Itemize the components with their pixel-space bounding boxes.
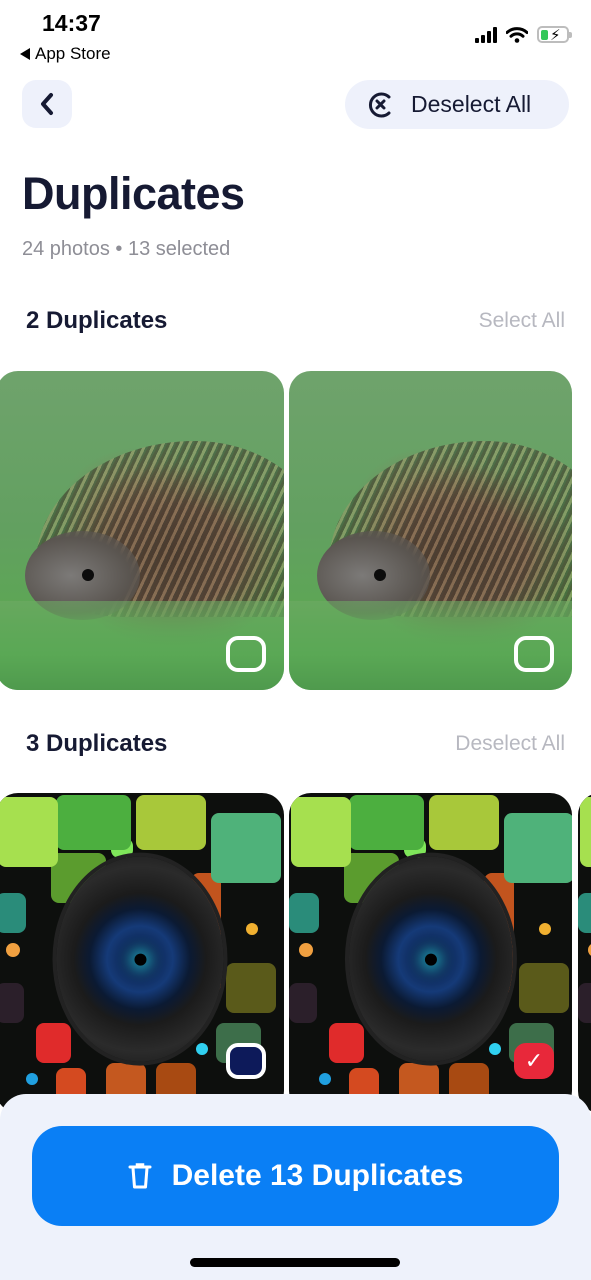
mosaic-tile: [136, 795, 206, 850]
bolt-icon: ⚡: [550, 27, 561, 44]
mosaic-tile: [0, 893, 26, 933]
checkmark-icon: ✓: [524, 1048, 544, 1073]
selection-checkbox[interactable]: [226, 1043, 266, 1079]
mosaic-tile: [580, 797, 591, 867]
mosaic-tile: [246, 923, 258, 935]
mosaic-tile: [0, 983, 24, 1023]
mosaic-tile: [349, 795, 424, 850]
photo-thumbnail[interactable]: [289, 371, 572, 690]
circle-x-icon: [369, 92, 391, 117]
battery-charging-icon: ⚡: [537, 26, 572, 44]
mosaic-tile: [56, 795, 131, 850]
selection-checkbox[interactable]: [226, 636, 266, 672]
mosaic-tile: [289, 893, 319, 933]
group-title: 2 Duplicates: [26, 307, 168, 334]
mosaic-tile: [289, 983, 317, 1023]
camera-lens: [348, 856, 513, 1062]
photo-thumbnail[interactable]: ✓: [289, 793, 572, 1113]
chevron-left-icon: [41, 93, 53, 115]
selection-checkbox-checked[interactable]: ✓: [514, 1043, 554, 1079]
mosaic-tile: [319, 1073, 331, 1085]
page-subtitle: 24 photos • 13 selected: [22, 238, 231, 260]
group-header: 2 Duplicates Select All: [26, 307, 565, 335]
select-all-button[interactable]: Select All: [479, 309, 565, 333]
back-button[interactable]: [22, 80, 72, 128]
camera-lens: [56, 856, 224, 1062]
deselect-all-button[interactable]: Deselect All: [345, 80, 569, 129]
photo-thumbnail[interactable]: [0, 371, 284, 690]
mosaic-tile: [36, 1023, 71, 1063]
mosaic-tile: [504, 813, 572, 883]
mosaic-tile: [329, 1023, 364, 1063]
delete-button-label: Delete 13 Duplicates: [171, 1159, 464, 1192]
photo-thumbnail[interactable]: [578, 793, 591, 1113]
group-header: 3 Duplicates Deselect All: [26, 730, 565, 758]
mosaic-tile: [489, 1043, 501, 1055]
cellular-signal-icon: [475, 26, 497, 43]
mosaic-tile: [6, 943, 20, 957]
group-title: 3 Duplicates: [26, 730, 168, 757]
wifi-icon: [506, 26, 528, 43]
mosaic-tile: [226, 963, 276, 1013]
mosaic-tile: [519, 963, 569, 1013]
mosaic-tile: [291, 797, 351, 867]
mosaic-tile: [578, 983, 591, 1023]
hedgehog-eye: [373, 568, 386, 581]
home-indicator[interactable]: [190, 1258, 400, 1267]
deselect-all-label: Deselect All: [411, 91, 532, 117]
mosaic-tile: [26, 1073, 38, 1085]
back-to-app-store[interactable]: App Store: [20, 44, 111, 64]
back-triangle-icon: [20, 48, 30, 60]
trash-icon: [128, 1163, 152, 1189]
back-app-label: App Store: [35, 44, 111, 63]
mosaic-tile: [196, 1043, 208, 1055]
delete-duplicates-button[interactable]: Delete 13 Duplicates: [32, 1126, 559, 1226]
photo-thumbnail[interactable]: [0, 793, 284, 1113]
mosaic-tile: [578, 893, 591, 933]
deselect-all-group-button[interactable]: Deselect All: [455, 732, 565, 756]
status-icons: ⚡: [475, 26, 572, 44]
mosaic-tile: [0, 797, 58, 867]
status-time: 14:37: [42, 10, 101, 36]
mosaic-tile: [539, 923, 551, 935]
mosaic-tile: [429, 795, 499, 850]
mosaic-tile: [299, 943, 313, 957]
page-title: Duplicates: [22, 168, 245, 219]
mosaic-tile: [211, 813, 281, 883]
selection-checkbox[interactable]: [514, 636, 554, 672]
